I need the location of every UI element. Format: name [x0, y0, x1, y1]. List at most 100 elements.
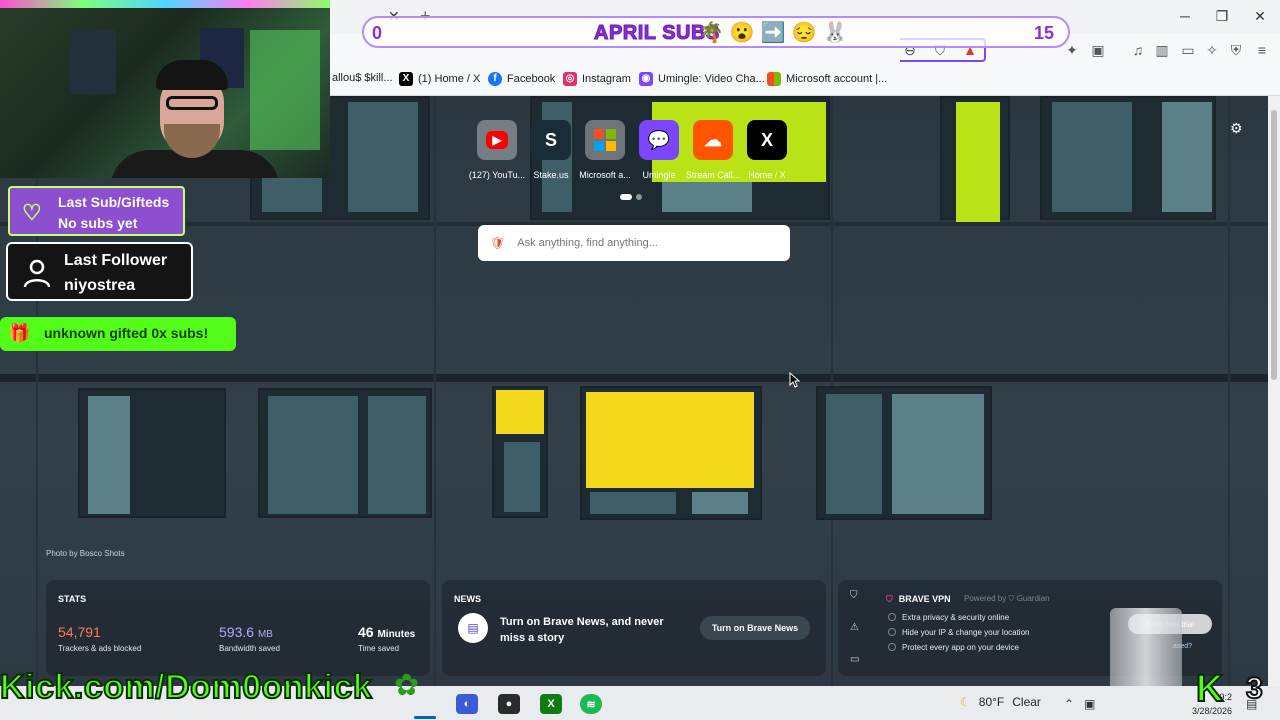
card-icon[interactable]: ▭ [850, 654, 859, 665]
bookmark-label: Umingle: Video Cha... [658, 73, 765, 85]
window [940, 96, 1010, 222]
time-label: Time saved [358, 644, 400, 653]
obs-icon[interactable]: ● [498, 694, 520, 714]
search-box: 🛡 [478, 225, 790, 261]
microsoft-icon [585, 120, 625, 160]
moon-icon: ☾ [960, 695, 971, 709]
tray-overflow-icon[interactable]: ⌃ [1064, 697, 1074, 711]
bookmark-item[interactable]: ◎ Instagram [563, 72, 631, 86]
top-site-x[interactable]: X Home / X [740, 120, 794, 180]
window [580, 386, 762, 520]
discord-icon[interactable]: ◐ [456, 694, 478, 714]
shield-icon[interactable]: ⛉ [850, 590, 858, 601]
bandwidth-stat: 593.6 MB [219, 624, 273, 640]
window [78, 388, 226, 518]
bookmark-item[interactable]: f Facebook [488, 72, 555, 86]
goal-start-value: 0 [372, 23, 383, 43]
tab-search-icon[interactable]: ▣ [1090, 42, 1106, 58]
customize-gear-icon[interactable]: ⚙ [1230, 120, 1243, 137]
news-widget: NEWS ▤ Turn on Brave News, and never mis… [442, 580, 826, 676]
weather-widget[interactable]: ☾ 80°F Clear [960, 695, 1041, 709]
facebook-icon: f [488, 72, 502, 86]
media-icon[interactable]: ♫ [1130, 42, 1146, 58]
top-site-label: (127) YouTu... [468, 170, 526, 180]
stake-icon: S [531, 120, 571, 160]
user-icon [23, 259, 51, 288]
menu-icon[interactable]: ≡ [1254, 42, 1270, 58]
weather-temp: 80°F [978, 695, 1005, 709]
rewards-icon[interactable]: ⚠ [850, 622, 859, 633]
sidebar-icon[interactable]: ▥ [1154, 42, 1170, 58]
vpn-powered-by: Powered by ⛉ Guardian [964, 594, 1050, 603]
time-stat: 46 Minutes [358, 624, 415, 640]
leaf-icon: ✿ [394, 669, 420, 702]
top-site-label: Home / X [748, 170, 786, 180]
wallet-icon[interactable]: ▭ [1180, 42, 1196, 58]
top-site-stake[interactable]: S Stake.us [524, 120, 578, 180]
time-unit: Minutes [377, 629, 416, 640]
goal-end-value: 15 [1033, 23, 1054, 43]
goal-emojis: 🌴😮➡️😔🐰 [699, 22, 854, 44]
top-site-label: Stake.us [533, 170, 569, 180]
bookmark-item[interactable]: X (1) Home / X [399, 72, 480, 86]
scrollbar-thumb[interactable] [1271, 110, 1277, 380]
close-window-button[interactable]: ✕ [1250, 8, 1270, 25]
photo-credit[interactable]: Photo by Bosco Shots [46, 549, 125, 558]
building-seam [1228, 96, 1230, 686]
pager-dot[interactable] [636, 194, 642, 200]
last-follower-value: niyostrea [64, 277, 136, 294]
bookmark-item[interactable]: Microsoft account |... [767, 72, 887, 86]
umingle-icon: ◉ [639, 72, 653, 86]
page-scrollbar[interactable] [1268, 96, 1280, 686]
top-site-umingle[interactable]: 💬 Umingle [632, 120, 686, 180]
bookmark-item[interactable]: allou$ $kill... [332, 72, 393, 84]
bookmark-item[interactable]: ◉ Umingle: Video Cha... [639, 72, 765, 86]
top-site-microsoft[interactable]: Microsoft a... [578, 120, 632, 180]
maximize-button[interactable]: ❐ [1212, 8, 1232, 25]
umingle-icon: 💬 [639, 120, 679, 160]
vpn-feature: Protect every app on your device [888, 643, 1019, 652]
vpn-shield-icon: ⛉ [886, 594, 893, 604]
x-icon: X [747, 120, 787, 160]
trackers-value: 54,791 [58, 624, 101, 640]
gift-icon: 🎁 [8, 323, 31, 343]
news-icon: ▤ [458, 613, 488, 643]
time-value: 46 [358, 624, 374, 640]
top-sites: ▶ (127) YouTu... S Stake.us Microsoft a.… [469, 120, 794, 180]
stats-heading: STATS [58, 594, 87, 604]
pager-dot[interactable] [620, 194, 632, 200]
turn-on-news-button[interactable]: Turn on Brave News [700, 616, 810, 640]
minimize-button[interactable]: ─ [1175, 8, 1195, 24]
vpn-feature: Extra privacy & security online [888, 613, 1009, 622]
vpn-icon[interactable]: ⛨ [1228, 42, 1244, 58]
search-input[interactable] [517, 237, 768, 249]
bandwidth-label: Bandwidth saved [219, 644, 280, 653]
extensions-icon[interactable]: ✦ [1064, 42, 1080, 58]
x-icon: X [399, 72, 413, 86]
trackers-label: Trackers & ads blocked [58, 644, 142, 653]
last-sub-title: Last Sub/Gifteds [58, 194, 170, 210]
last-follower-title: Last Follower [64, 252, 168, 269]
top-sites-pager [620, 194, 642, 200]
spotify-icon[interactable]: ≋ [580, 694, 602, 714]
weather-text: Clear [1012, 695, 1041, 709]
sub-goal-bar: 0 APRIL SUBS 🌴😮➡️😔🐰 15 [362, 16, 1070, 48]
microsoft-icon [767, 72, 781, 86]
vpn-feature: Hide your IP & change your location [888, 628, 1029, 637]
leo-ai-icon[interactable]: ✧ [1204, 42, 1220, 58]
top-site-youtube[interactable]: ▶ (127) YouTu... [469, 120, 525, 180]
bookmark-label: Instagram [582, 73, 631, 85]
heart-icon: ♡ [22, 200, 42, 225]
bookmark-label: allou$ $kill... [332, 72, 393, 84]
window [258, 388, 432, 518]
xbox-icon[interactable]: X [540, 694, 562, 714]
tray-app-icon[interactable]: ▣ [1084, 697, 1095, 711]
kick-logo: K [1195, 667, 1224, 711]
gift-subs-overlay: 🎁 unknown gifted 0x subs! [0, 317, 236, 351]
bookmark-label: (1) Home / X [418, 73, 481, 85]
kick-counter: 3 [1245, 671, 1264, 706]
top-site-label: Umingle [642, 170, 676, 180]
last-follower-overlay: Last Follower niyostrea [6, 242, 193, 301]
instagram-icon: ◎ [563, 72, 577, 86]
top-site-soundcloud[interactable]: ☁ Stream Call... [686, 120, 740, 180]
